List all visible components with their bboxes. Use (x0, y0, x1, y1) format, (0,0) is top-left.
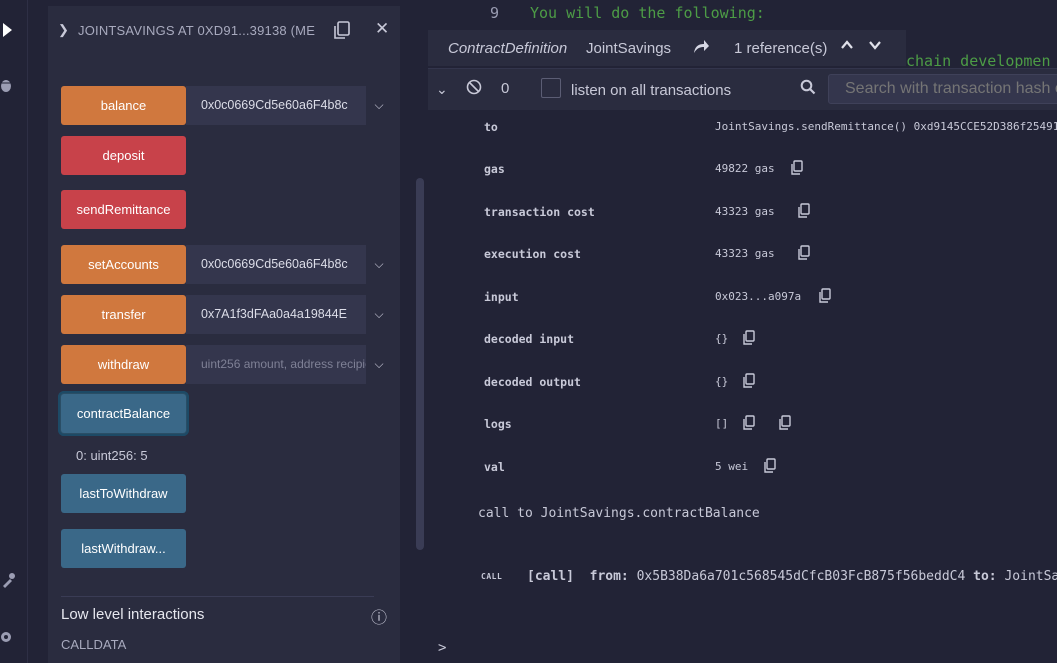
pending-transactions-count: 0 (501, 80, 510, 97)
set-accounts-button[interactable]: setAccounts (61, 245, 186, 284)
copy-icon[interactable] (797, 245, 811, 261)
last-withdraw-button[interactable]: lastWithdraw... (61, 529, 186, 568)
transfer-input[interactable]: 0x7A1f3dFAa0a4a19844E (186, 295, 366, 334)
panel-scrollbar[interactable] (416, 178, 424, 550)
tx-key: logs (484, 417, 512, 431)
terminal-prompt[interactable]: > (438, 640, 446, 656)
tx-row-execution-cost: execution cost 43323 gas (428, 245, 1057, 267)
editor-area: 9 You will do the following: chain devel… (428, 0, 1057, 663)
copy-icon[interactable] (332, 20, 352, 40)
call-detail-line[interactable]: [call] from: 0x5B38Da6a701c568545dCfcB03… (527, 569, 1057, 584)
withdraw-button[interactable]: withdraw (61, 345, 186, 384)
transaction-search-input[interactable] (828, 74, 1057, 104)
code-comment[interactable]: You will do the following: (530, 4, 765, 22)
chevron-down-icon[interactable] (868, 38, 882, 52)
chevron-down-icon[interactable]: ⌵ (371, 257, 387, 273)
tx-key: decoded input (484, 332, 575, 346)
tx-key: val (484, 460, 505, 474)
tx-row-decoded-output: decoded output {} (428, 373, 1057, 395)
tool-icon[interactable] (0, 570, 16, 590)
copy-icon[interactable] (742, 330, 756, 346)
peek-name: JointSavings (586, 40, 672, 57)
contract-header[interactable]: ❯ JOINTSAVINGS AT 0XD91...39138 (MEMORY)… (48, 6, 400, 56)
peek-references[interactable]: 1 reference(s) (734, 40, 827, 57)
tx-key: input (484, 290, 519, 304)
tx-row-logs: logs [] (428, 415, 1057, 437)
tx-row-decoded-input: decoded input {} (428, 330, 1057, 352)
transfer-button[interactable]: transfer (61, 295, 186, 334)
chevron-down-icon[interactable]: ❯ (58, 22, 69, 38)
tx-row-to: to JointSavings.sendRemittance() 0xd9145… (428, 120, 1057, 140)
tx-value: 43323 gas (715, 205, 775, 218)
terminal-toolbar: ⌄ 0 listen on all transactions (428, 68, 1057, 110)
copy-icon[interactable] (797, 203, 811, 219)
contract-title: JOINTSAVINGS AT 0XD91...39138 (MEMORY) (78, 23, 316, 38)
tx-row-val: val 5 wei (428, 458, 1057, 480)
chevron-down-icon[interactable]: ⌵ (371, 307, 387, 323)
clear-console-icon[interactable] (466, 79, 482, 95)
from-label: from: (589, 569, 629, 584)
gear-icon[interactable] (0, 627, 16, 647)
tx-key: decoded output (484, 375, 581, 389)
balance-button[interactable]: balance (61, 86, 186, 125)
bug-icon[interactable] (0, 75, 16, 95)
tx-value: JointSavings.sendRemittance() 0xd9145CCE… (715, 120, 1057, 133)
line-number: 9 (490, 4, 500, 22)
icon-sidebar (0, 0, 27, 663)
tx-value: 5 wei (715, 460, 749, 473)
tx-value: 0x023...a097a (715, 290, 802, 303)
withdraw-input[interactable]: uint256 amount, address recipient (186, 345, 366, 384)
close-icon[interactable]: ✕ (375, 19, 389, 39)
search-icon (800, 79, 816, 95)
call-tag: [call] (527, 569, 574, 584)
divider (61, 596, 374, 597)
listen-all-checkbox[interactable] (541, 78, 561, 98)
tx-key: gas (484, 162, 505, 176)
contract-balance-button[interactable]: contractBalance (58, 391, 189, 436)
copy-icon[interactable] (818, 288, 832, 304)
copy-icon[interactable] (763, 458, 777, 474)
tx-key: transaction cost (484, 205, 595, 219)
call-log-line: call to JointSavings.contractBalance (478, 506, 760, 521)
play-icon[interactable] (0, 20, 16, 40)
peek-kind: ContractDefinition (448, 40, 568, 57)
deploy-run-panel: ❯ JOINTSAVINGS AT 0XD91...39138 (MEMORY)… (27, 0, 427, 663)
tx-key: to (484, 120, 498, 134)
deposit-button[interactable]: deposit (61, 136, 186, 175)
to-address: JointSavings.contractBalance() (1004, 569, 1057, 584)
balance-input[interactable]: 0x0c0669Cd5e60a6F4b8c (186, 86, 366, 125)
call-result: 0: uint256: 5 (76, 448, 148, 463)
from-address: 0x5B38Da6a701c568545dCfcB03FcB875f56bedd… (636, 569, 966, 584)
info-icon[interactable]: ⓘ (371, 604, 387, 628)
to-label: to: (973, 569, 997, 584)
deployed-contract-card: ❯ JOINTSAVINGS AT 0XD91...39138 (MEMORY)… (48, 6, 400, 663)
tx-value: 49822 gas (715, 162, 775, 175)
send-remittance-button[interactable]: sendRemittance (61, 190, 186, 229)
copy-icon[interactable] (742, 373, 756, 389)
tx-row-transaction-cost: transaction cost 43323 gas (428, 203, 1057, 225)
call-badge: CALL (481, 572, 503, 581)
copy-icon[interactable] (742, 415, 756, 431)
collapse-terminal-icon[interactable]: ⌄ (436, 81, 448, 98)
definition-peek-bar: ContractDefinition JointSavings 1 refere… (428, 30, 906, 66)
last-to-withdraw-button[interactable]: lastToWithdraw (61, 474, 186, 513)
tx-value: {} (715, 375, 729, 388)
tx-value: 43323 gas (715, 247, 775, 260)
tx-key: execution cost (484, 247, 581, 261)
chevron-down-icon[interactable]: ⌵ (371, 357, 387, 373)
copy-icon[interactable] (778, 415, 792, 431)
tx-value: {} (715, 332, 729, 345)
set-accounts-input[interactable]: 0x0c0669Cd5e60a6F4b8c (186, 245, 366, 284)
tx-value: [] (715, 417, 729, 430)
copy-icon[interactable] (790, 160, 804, 176)
low-level-interactions-title: Low level interactions (61, 606, 205, 623)
go-to-definition-icon[interactable] (692, 38, 710, 56)
tx-row-input: input 0x023...a097a (428, 288, 1057, 310)
chevron-down-icon[interactable]: ⌵ (371, 98, 387, 114)
calldata-label: CALLDATA (61, 637, 127, 652)
tx-row-gas: gas 49822 gas (428, 160, 1057, 182)
terminal-output: to JointSavings.sendRemittance() 0xd9145… (428, 110, 1057, 663)
chevron-up-icon[interactable] (840, 38, 854, 52)
listen-all-label: listen on all transactions (571, 82, 732, 99)
